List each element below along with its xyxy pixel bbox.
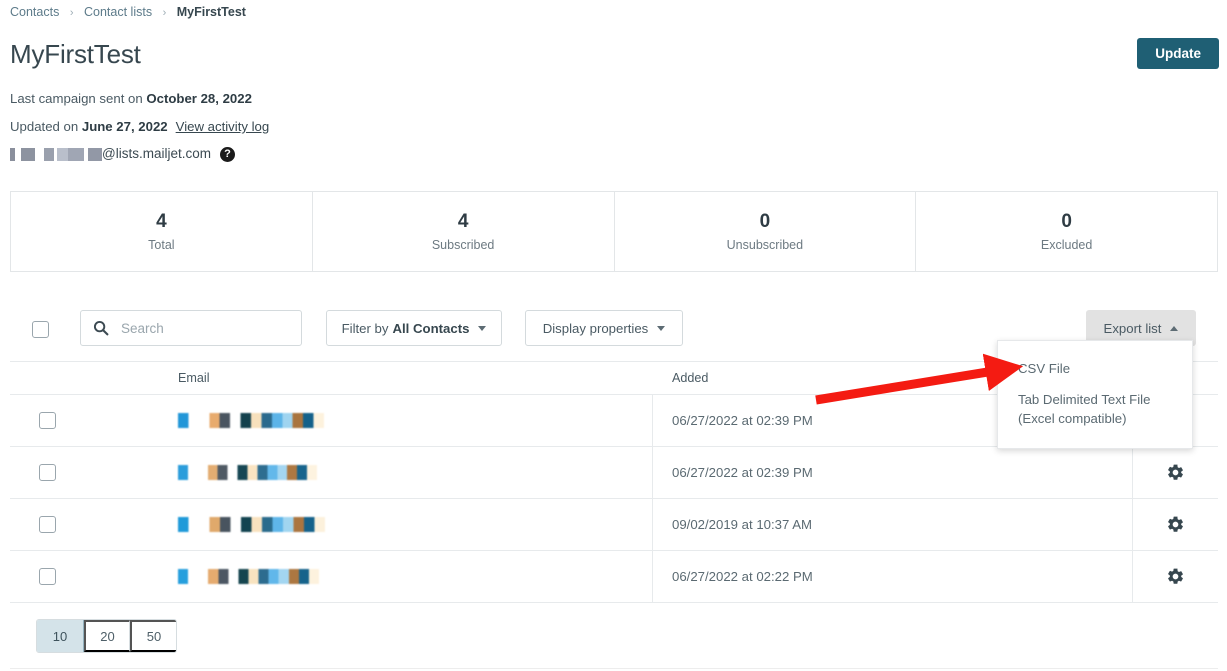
display-properties-dropdown[interactable]: Display properties [525,310,683,346]
help-icon[interactable]: ? [219,146,235,162]
filter-by-dropdown[interactable]: Filter by All Contacts [326,310,502,346]
row-email-cell [143,499,653,550]
list-address-line: ██████@lists.mailjet.com ? [10,145,235,163]
stats-summary: 4 Total 4 Subscribed 0 Unsubscribed 0 Ex… [10,191,1218,272]
breadcrumb-separator-icon: › [69,7,74,19]
redacted-email-block [178,465,317,480]
stat-value: 0 [1061,210,1072,232]
redacted-email-block [178,413,324,428]
display-properties-label: Display properties [542,320,649,336]
stat-excluded: 0 Excluded [916,192,1217,271]
header-checkbox-cell [10,362,143,394]
stat-value: 0 [759,210,771,232]
update-button[interactable]: Update [1137,38,1219,69]
search-input[interactable] [119,313,289,343]
row-email-cell [143,551,653,602]
contact-list-page: Contacts › Contact lists › MyFirstTest M… [0,0,1227,671]
view-activity-log-link[interactable]: View activity log [176,119,270,134]
table-row[interactable]: 06/27/2022 at 02:39 PM [10,447,1218,499]
stat-value: 4 [457,210,469,232]
column-header-email: Email [178,371,210,385]
breadcrumb-separator-icon: › [162,7,167,19]
stat-label: Total [148,237,175,252]
breadcrumb: Contacts › Contact lists › MyFirstTest [10,4,246,21]
stat-subscribed: 4 Subscribed [313,192,615,271]
row-checkbox-cell [10,447,143,498]
row-select-checkbox[interactable] [39,412,56,429]
export-menu-item-csv[interactable]: CSV File [998,353,1192,384]
breadcrumb-item-contacts[interactable]: Contacts [10,5,59,19]
redacted-address-block: ██████ [10,147,102,161]
chevron-down-icon [657,325,666,331]
page-size-10[interactable]: 10 [37,620,84,652]
export-list-menu: CSV File Tab Delimited Text File (Excel c… [997,340,1193,449]
last-campaign-line: Last campaign sent on October 28, 2022 [10,90,252,108]
search-box[interactable] [80,310,302,346]
row-email-cell [143,395,653,446]
stat-label: Unsubscribed [726,237,804,252]
row-actions-cell [1133,447,1218,498]
export-list-label: Export list [1103,320,1162,336]
row-select-checkbox[interactable] [39,516,56,533]
row-added-cell: 06/27/2022 at 02:22 PM [653,551,1133,602]
gear-icon [1168,516,1183,532]
gear-icon [1168,464,1183,480]
page-size-selector: 10 20 50 [36,619,177,653]
breadcrumb-item-current: MyFirstTest [176,5,246,19]
updated-date: June 27, 2022 [81,119,168,134]
row-settings-button[interactable] [1166,463,1185,482]
last-campaign-label: Last campaign sent on [10,91,147,106]
row-select-checkbox[interactable] [39,464,56,481]
last-campaign-date: October 28, 2022 [146,91,252,106]
export-menu-item-tab-delimited[interactable]: Tab Delimited Text File (Excel compatible… [998,384,1192,434]
page-title: MyFirstTest [10,39,141,69]
page-size-20[interactable]: 20 [84,620,130,652]
stat-label: Subscribed [431,237,495,252]
stat-value: 4 [156,210,167,232]
filter-by-value: All Contacts [392,320,470,336]
chevron-down-icon [478,325,487,331]
row-settings-button[interactable] [1166,567,1185,586]
redacted-email-block [178,517,325,532]
redacted-email-block [178,569,319,584]
chevron-up-icon [1170,325,1179,331]
row-email-cell [143,447,653,498]
row-checkbox-cell [10,395,143,446]
row-actions-cell [1133,499,1218,550]
search-icon [93,320,109,336]
updated-label: Updated on [10,119,82,134]
stat-unsubscribed: 0 Unsubscribed [615,192,917,271]
bottom-divider [10,668,1218,669]
row-checkbox-cell [10,499,143,550]
row-added-cell: 09/02/2019 at 10:37 AM [653,499,1133,550]
select-all-checkbox[interactable] [32,321,49,338]
row-settings-button[interactable] [1166,515,1185,534]
table-row[interactable]: 06/27/2022 at 02:22 PM [10,551,1218,603]
filter-by-label: Filter by [341,320,389,336]
row-added-cell: 06/27/2022 at 02:39 PM [653,447,1133,498]
updated-line: Updated on June 27, 2022 View activity lo… [10,118,269,136]
page-size-50[interactable]: 50 [130,620,176,652]
breadcrumb-item-contact-lists[interactable]: Contact lists [84,5,152,19]
stat-total: 4 Total [11,192,313,271]
list-address-domain: @lists.mailjet.com [102,146,211,161]
stat-label: Excluded [1040,237,1093,252]
header-email-cell: Email [143,362,653,394]
row-select-checkbox[interactable] [39,568,56,585]
column-header-added: Added [672,371,709,385]
gear-icon [1168,568,1183,584]
table-row[interactable]: 09/02/2019 at 10:37 AM [10,499,1218,551]
row-checkbox-cell [10,551,143,602]
row-actions-cell [1133,551,1218,602]
